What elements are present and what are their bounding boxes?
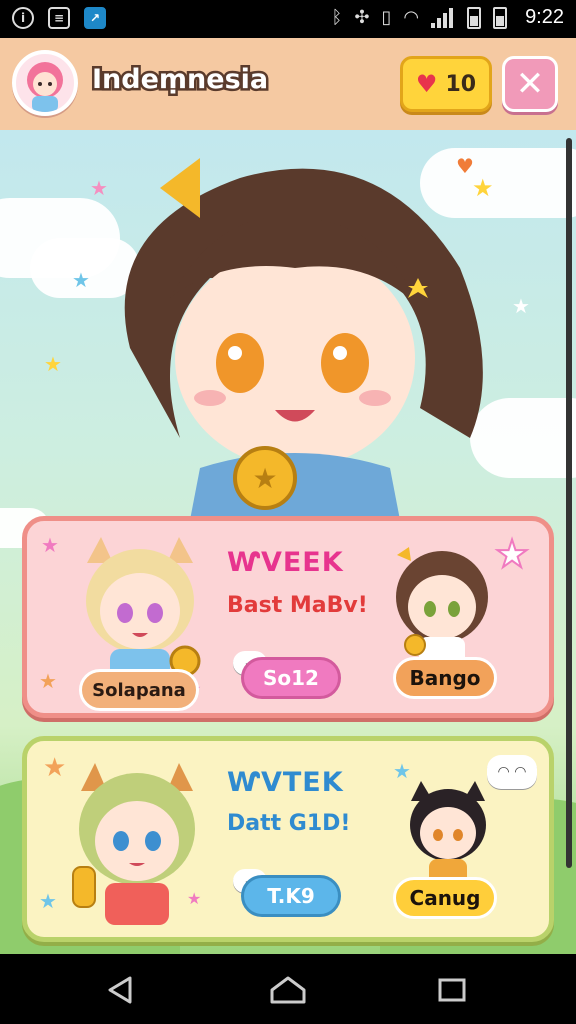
card-title: ⱲVEEK [227, 547, 344, 578]
star-icon: ★ [512, 294, 530, 318]
cloud-face-icon: ◠ ◠ [487, 755, 537, 789]
battery-icon [493, 6, 508, 29]
app-badge-icon: ↗ [84, 7, 106, 29]
event-score-button[interactable]: T.K9 [241, 875, 341, 917]
avatar-girl-icon [27, 62, 63, 112]
app-title: Indeṃnesia [89, 62, 270, 98]
recents-button[interactable] [432, 970, 472, 1010]
back-button[interactable] [100, 970, 140, 1010]
character-bango [396, 547, 488, 671]
status-bar: i ≡ ↗ ᛒ ✣ ▯ ◠ 9:22 [0, 0, 576, 38]
svg-text:★: ★ [252, 462, 277, 495]
recents-square-icon [438, 978, 466, 1002]
back-triangle-icon [108, 976, 132, 1004]
star-icon: ★ [41, 533, 59, 557]
battery-icon [467, 6, 482, 29]
card-subtitle: Bast MaBv! [227, 593, 368, 618]
close-button[interactable]: ✕ [502, 56, 558, 112]
app-screen: Indeṃnesia ♥ 10 ✕ ★ ★ ★ ★ ♥ ★ ★ ★ ★ ★ So… [0, 38, 576, 954]
vibrate-icon: ▯ [381, 7, 392, 28]
hearts-count: 10 [445, 71, 477, 97]
navigation-bar [0, 954, 576, 1024]
event-card[interactable]: ★ ★ ★ ★ ◠ ◠ ⱲVTEK Datt G1D! ◡ T.K9 [22, 736, 554, 942]
character-green-hair [72, 763, 195, 925]
avatar[interactable] [12, 50, 78, 116]
character-name-pill: Solapana [79, 669, 199, 711]
star-icon: ★ [393, 759, 411, 783]
hearts-counter[interactable]: ♥ 10 [400, 56, 492, 112]
home-button[interactable] [268, 970, 308, 1010]
star-icon: ★ [44, 352, 62, 376]
wifi-icon: ◠ [403, 7, 420, 28]
home-icon [270, 976, 306, 1004]
data-saver-icon: ✣ [354, 7, 370, 28]
signal-icon [431, 7, 455, 28]
contact-card-icon: ≡ [48, 7, 70, 29]
star-icon: ★ [43, 753, 67, 783]
card-title: ⱲVTEK [227, 767, 344, 798]
scrollbar[interactable] [566, 138, 572, 868]
character-name-pill: Bango [393, 657, 497, 699]
star-icon: ★ [39, 669, 57, 693]
star-icon: ★ [72, 268, 90, 292]
close-icon: ✕ [515, 64, 545, 104]
card-subtitle: Datt G1D! [227, 811, 351, 836]
favorite-star-icon[interactable]: ★ [494, 534, 530, 574]
star-icon: ★ [39, 889, 57, 913]
character-solapana [86, 537, 201, 683]
main-character-illustration: ★ [124, 158, 483, 520]
info-icon: i [12, 7, 34, 29]
event-card[interactable]: ★ ★ ★ ★ Solapana ⱲVEEK Bast MaBv! ◡ So12 [22, 516, 554, 718]
character-name-pill: Canug [393, 877, 497, 919]
heart-icon: ♥ [415, 70, 438, 98]
event-score-button[interactable]: So12 [241, 657, 341, 699]
clock: 9:22 [525, 6, 564, 28]
top-bar: Indeṃnesia ♥ 10 ✕ [0, 38, 576, 130]
bluetooth-icon: ᛒ [331, 7, 343, 28]
